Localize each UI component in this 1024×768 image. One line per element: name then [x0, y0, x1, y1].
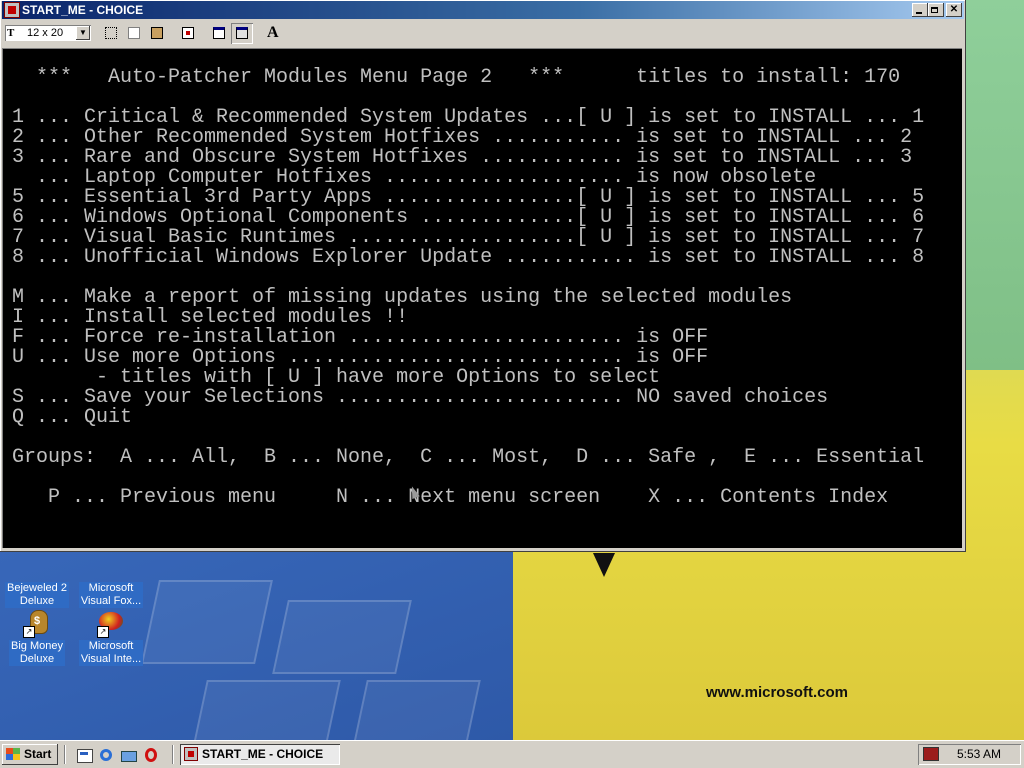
console-window: START_ME - CHOICE ✕ T 12 x 20 ▼ A *** Au…: [0, 0, 966, 552]
mark-button[interactable]: [100, 23, 122, 44]
font-icon: A: [267, 24, 279, 41]
font-button[interactable]: A: [262, 23, 284, 44]
taskbar: Start START_ME - CHOICE 5:53 AM: [0, 740, 1024, 768]
paste-button[interactable]: [146, 23, 168, 44]
desktop-icon-label: Bejeweled 2 Deluxe: [5, 582, 69, 608]
wallpaper-tile: [272, 600, 412, 674]
wallpaper-tile: [141, 580, 273, 664]
mark-icon: [105, 27, 117, 39]
close-icon: ✕: [949, 4, 959, 15]
wallpaper-tile: [193, 680, 341, 740]
opera-icon[interactable]: [143, 747, 159, 763]
background-icon: [236, 27, 248, 39]
outlook-express-icon[interactable]: [120, 747, 137, 763]
desktop-icon-visual-foxpro[interactable]: Microsoft Visual Fox...: [74, 548, 148, 608]
copy-button[interactable]: [123, 23, 145, 44]
console-app-icon[interactable]: [4, 2, 20, 18]
wallpaper-url: www.microsoft.com: [706, 684, 848, 701]
big-money-icon: $ ↗: [21, 606, 53, 638]
clock[interactable]: 5:53 AM: [957, 744, 1001, 765]
properties-button[interactable]: [208, 23, 230, 44]
console-line: P ... Previous menu N ... Next menu scre…: [12, 486, 889, 509]
paste-icon: [151, 27, 163, 39]
restore-icon: [931, 7, 938, 13]
task-button-start-me[interactable]: START_ME - CHOICE: [180, 744, 340, 765]
restore-button[interactable]: [928, 3, 944, 17]
chevron-down-icon[interactable]: ▼: [76, 26, 90, 40]
font-size-value: 12 x 20: [27, 27, 64, 39]
properties-icon: [213, 27, 225, 39]
desktop-icon-visual-interdev[interactable]: ↗ Microsoft Visual Inte...: [74, 606, 148, 666]
system-tray: 5:53 AM: [918, 744, 1021, 765]
start-label: Start: [24, 747, 52, 761]
internet-explorer-icon[interactable]: [98, 747, 114, 763]
window-title: START_ME - CHOICE: [22, 3, 144, 17]
font-size-select[interactable]: T 12 x 20 ▼: [5, 25, 91, 41]
console-line: Q ... Quit: [12, 406, 133, 429]
desktop-icon-big-money[interactable]: $ ↗ Big Money Deluxe: [0, 606, 74, 666]
minimize-icon: [916, 12, 922, 14]
taskbar-separator: [172, 745, 174, 764]
wallpaper-green: [965, 0, 1024, 370]
copy-icon: [128, 27, 140, 39]
visual-interdev-icon: ↗: [95, 606, 127, 638]
desktop-icon-bejeweled[interactable]: Bejeweled 2 Deluxe: [0, 548, 74, 608]
desktop-icon-label: Microsoft Visual Fox...: [78, 582, 144, 608]
fullscreen-icon: [182, 27, 194, 39]
show-desktop-icon[interactable]: [76, 747, 93, 763]
truetype-font-icon: T: [7, 27, 15, 39]
console-line: 8 ... Unofficial Windows Explorer Update…: [12, 246, 925, 269]
console-text: *** Auto-Patcher Modules Menu Page 2 ***…: [12, 68, 924, 508]
console-line: *** Auto-Patcher Modules Menu Page 2 ***…: [12, 66, 901, 89]
desktop-icon-label: Microsoft Visual Inte...: [78, 640, 144, 666]
start-button[interactable]: Start: [2, 744, 58, 765]
wallpaper-shape: [593, 553, 615, 577]
tray-app-icon[interactable]: [923, 747, 939, 761]
minimize-button[interactable]: [912, 3, 928, 17]
background-button[interactable]: [231, 23, 253, 44]
wallpaper-tile: [353, 680, 481, 740]
console-line: Groups: A ... All, B ... None, C ... Mos…: [12, 446, 925, 469]
desktop-icon-label: Big Money Deluxe: [9, 640, 65, 666]
taskbar-separator: [64, 745, 66, 764]
console-app-icon: [184, 747, 198, 761]
title-bar[interactable]: START_ME - CHOICE ✕: [2, 1, 964, 19]
fullscreen-button[interactable]: [177, 23, 199, 44]
bejeweled-icon: [21, 548, 53, 580]
task-label: START_ME - CHOICE: [202, 747, 324, 761]
console-line: S ... Save your Selections .............…: [12, 386, 829, 409]
console-output[interactable]: *** Auto-Patcher Modules Menu Page 2 ***…: [2, 48, 962, 548]
visual-foxpro-icon: [95, 548, 127, 580]
close-button[interactable]: ✕: [946, 3, 962, 17]
windows-logo-icon: [6, 748, 20, 760]
toolbar: T 12 x 20 ▼ A: [2, 21, 964, 47]
